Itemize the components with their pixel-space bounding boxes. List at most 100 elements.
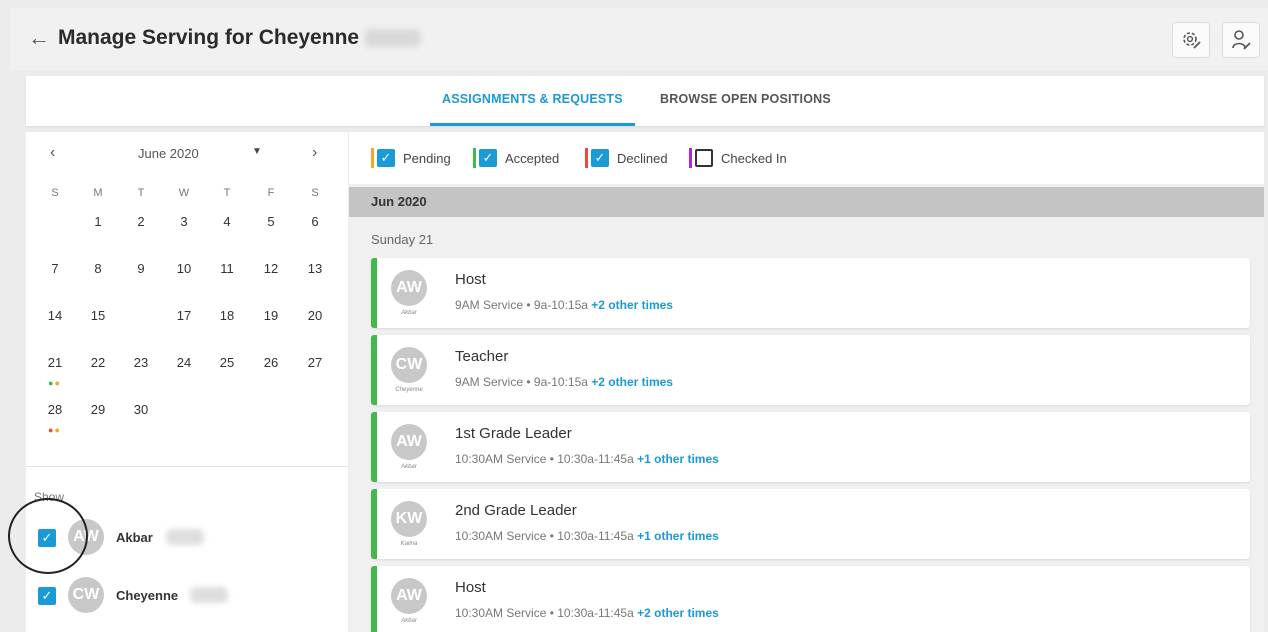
calendar-day-9[interactable]: 9: [124, 254, 158, 284]
assignment-card[interactable]: KW Kalina 2nd Grade Leader 10:30AM Service …: [371, 489, 1250, 559]
calendar-day-2[interactable]: 2: [124, 207, 158, 237]
tab-assignments-requests[interactable]: ASSIGNMENTS & REQUESTS: [430, 76, 635, 126]
schedule-panel: ✓ Pending ✓ Accepted ✓ Declined Checked …: [349, 132, 1264, 632]
calendar-day-21[interactable]: 21: [38, 348, 72, 378]
calendar-day-25[interactable]: 25: [210, 348, 244, 378]
avatar-caption: Akbar: [401, 618, 417, 624]
event-dot: ●: [54, 378, 61, 388]
redacted-surname: [166, 529, 204, 545]
calendar-day-13[interactable]: 13: [298, 254, 332, 284]
calendar-day-20[interactable]: 20: [298, 301, 332, 331]
status-legend: ✓ Pending ✓ Accepted ✓ Declined Checked …: [349, 132, 1264, 184]
month-label[interactable]: June 2020: [138, 146, 199, 161]
gear-edit-icon: [1183, 32, 1201, 49]
other-times-link[interactable]: +2 other times: [591, 298, 673, 312]
calendar-header: ‹ June 2020 ▼ ›: [26, 144, 348, 168]
page-title-text: Manage Serving for Cheyenne: [58, 26, 360, 49]
person-row-cheyenne[interactable]: ✓ CW Cheyenne: [38, 576, 338, 616]
calendar-day-15[interactable]: 15: [81, 301, 115, 331]
accepted-color-bar: [473, 148, 476, 168]
legend-accepted[interactable]: ✓ Accepted: [473, 148, 559, 168]
chevron-down-icon[interactable]: ▼: [252, 146, 262, 157]
calendar-day-26[interactable]: 26: [254, 348, 288, 378]
declined-checkbox[interactable]: ✓: [591, 149, 609, 167]
calendar-day-14[interactable]: 14: [38, 301, 72, 331]
service-time: 9AM Service • 9a-10:15a: [455, 298, 588, 312]
calendar-day-28[interactable]: 28: [38, 395, 72, 425]
weekday-label: M: [93, 187, 103, 199]
avatar: AW: [391, 424, 427, 460]
calendar-day-11[interactable]: 11: [210, 254, 244, 284]
calendar-day-19[interactable]: 19: [254, 301, 288, 331]
service-details: 9AM Service • 9a-10:15a +2 other times: [455, 375, 673, 389]
service-time: 10:30AM Service • 10:30a-11:45a: [455, 606, 634, 620]
calendar-day-29[interactable]: 29: [81, 395, 115, 425]
cheyenne-checkbox[interactable]: ✓: [38, 587, 56, 605]
prev-month-icon[interactable]: ‹: [50, 144, 55, 162]
calendar-day-7[interactable]: 7: [38, 254, 72, 284]
calendar-day-30[interactable]: 30: [124, 395, 158, 425]
service-details: 10:30AM Service • 10:30a-11:45a +2 other…: [455, 606, 719, 620]
month-heading: Jun 2020: [371, 194, 427, 209]
tab-browse-open-positions[interactable]: BROWSE OPEN POSITIONS: [660, 76, 831, 126]
accepted-checkbox[interactable]: ✓: [479, 149, 497, 167]
legend-checked-in[interactable]: Checked In: [689, 148, 787, 168]
calendar-day-17[interactable]: 17: [167, 301, 201, 331]
person-name: Akbar: [116, 530, 153, 545]
settings-button[interactable]: [1172, 22, 1210, 58]
calendar-day-22[interactable]: 22: [81, 348, 115, 378]
checked-in-checkbox[interactable]: [695, 149, 713, 167]
other-times-link[interactable]: +2 other times: [591, 375, 673, 389]
assignment-card[interactable]: AW Akbar 1st Grade Leader 10:30AM Service •…: [371, 412, 1250, 482]
legend-label: Declined: [617, 150, 668, 166]
person-name: Cheyenne: [116, 588, 179, 603]
event-dots: ●●: [48, 378, 61, 388]
weekday-label: W: [178, 187, 190, 199]
other-times-link[interactable]: +1 other times: [637, 452, 719, 466]
redacted-surname: [190, 587, 228, 603]
legend-pending[interactable]: ✓ Pending: [371, 148, 451, 168]
calendar-day-4[interactable]: 4: [210, 207, 244, 237]
other-times-link[interactable]: +2 other times: [637, 606, 719, 620]
redacted-name: [365, 29, 422, 48]
pending-color-bar: [371, 148, 374, 168]
tabs-bar: ASSIGNMENTS & REQUESTS BROWSE OPEN POSIT…: [26, 76, 1264, 126]
other-times-link[interactable]: +1 other times: [637, 529, 719, 543]
service-details: 9AM Service • 9a-10:15a +2 other times: [455, 298, 673, 312]
calendar-day-16[interactable]: 16: [124, 300, 158, 332]
calendar-day-27[interactable]: 27: [298, 348, 332, 378]
calendar-day-23[interactable]: 23: [124, 348, 158, 378]
calendar-day-8[interactable]: 8: [81, 254, 115, 284]
avatar-caption: Akbar: [401, 464, 417, 470]
day-heading: Sunday 21: [371, 232, 434, 247]
calendar-day-3[interactable]: 3: [167, 207, 201, 237]
service-details: 10:30AM Service • 10:30a-11:45a +1 other…: [455, 452, 719, 466]
assignment-card[interactable]: CW Cheyenne Teacher 9AM Service • 9a-10:15a…: [371, 335, 1250, 405]
weekday-label: S: [311, 187, 319, 199]
declined-color-bar: [585, 148, 588, 168]
calendar-day-10[interactable]: 10: [167, 254, 201, 284]
click-highlight-circle: [8, 498, 88, 574]
calendar-day-6[interactable]: 6: [298, 207, 332, 237]
calendar-day-24[interactable]: 24: [167, 348, 201, 378]
calendar-day-12[interactable]: 12: [254, 254, 288, 284]
legend-label: Accepted: [505, 150, 560, 166]
avatar: AW: [391, 270, 427, 306]
weekday-label: F: [267, 187, 275, 199]
pending-checkbox[interactable]: ✓: [377, 149, 395, 167]
calendar-day-18[interactable]: 18: [210, 301, 244, 331]
calendar-day-5[interactable]: 5: [254, 207, 288, 237]
calendar-day-1[interactable]: 1: [81, 207, 115, 237]
next-month-icon[interactable]: ›: [312, 144, 317, 162]
service-details: 10:30AM Service • 10:30a-11:45a +1 other…: [455, 529, 719, 543]
back-arrow-icon[interactable]: ←: [28, 26, 50, 50]
avatar-caption: Kalina: [400, 541, 418, 547]
weekday-label: T: [137, 187, 145, 199]
position-title: 2nd Grade Leader: [455, 502, 577, 519]
avatar-caption: Akbar: [401, 310, 417, 316]
legend-declined[interactable]: ✓ Declined: [585, 148, 668, 168]
assignment-card[interactable]: AW Akbar Host 9AM Service • 9a-10:15a +2 ot…: [371, 258, 1250, 328]
assignment-card[interactable]: AW Akbar Host 10:30AM Service • 10:30a-11:4…: [371, 566, 1250, 632]
avatar: CW: [68, 577, 104, 613]
user-edit-button[interactable]: [1222, 22, 1260, 58]
